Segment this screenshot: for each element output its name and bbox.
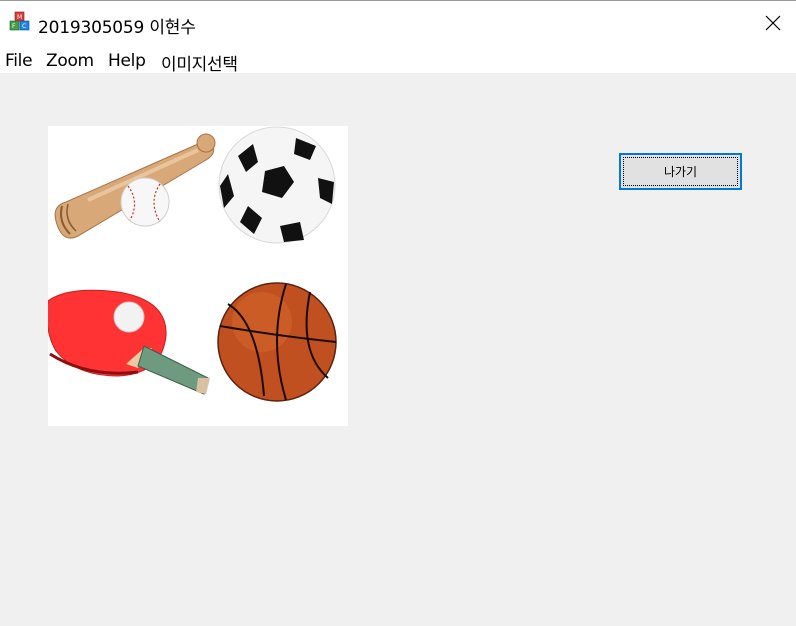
close-button[interactable] (750, 1, 796, 45)
menu-help[interactable]: Help (108, 51, 146, 71)
close-icon (765, 15, 781, 31)
app-window: M F C 2019305059 이현수 File Zoom Help 이미지선… (0, 0, 796, 626)
exit-button[interactable]: 나가기 (619, 153, 742, 190)
app-icon: M F C (9, 11, 30, 31)
menu-image-select[interactable]: 이미지선택 (161, 50, 238, 75)
basketball-icon (217, 282, 337, 402)
menu-file[interactable]: File (5, 51, 33, 71)
svg-text:F: F (12, 23, 16, 30)
menu-zoom[interactable]: Zoom (46, 51, 94, 71)
client-area: 나가기 (0, 73, 796, 626)
ping-pong-paddle-icon (46, 289, 210, 395)
svg-text:C: C (22, 23, 26, 30)
svg-text:M: M (17, 14, 22, 21)
title-bar: M F C 2019305059 이현수 (0, 1, 796, 45)
window-title: 2019305059 이현수 (38, 18, 196, 38)
soccer-ball-icon (218, 126, 336, 244)
sports-image (46, 126, 348, 426)
menu-bar: File Zoom Help 이미지선택 (0, 45, 796, 75)
baseball-bat-and-ball-icon (54, 133, 216, 239)
